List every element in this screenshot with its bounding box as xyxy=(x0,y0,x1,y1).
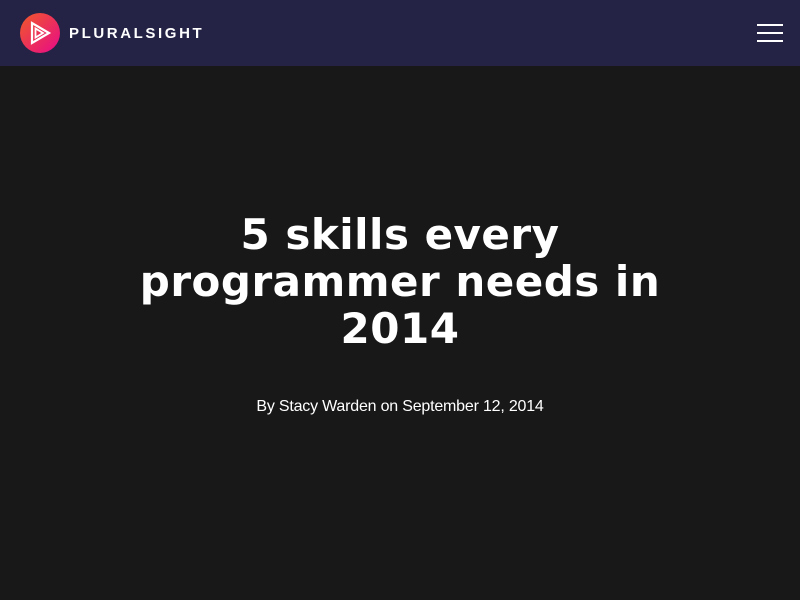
pluralsight-play-logo-icon xyxy=(20,13,60,53)
article-title: 5 skills every programmer needs in 2014 xyxy=(139,210,661,353)
brand-name: PLURALSIGHT xyxy=(69,24,205,42)
site-header: PLURALSIGHT xyxy=(0,0,800,66)
brand-logo-link[interactable]: PLURALSIGHT xyxy=(20,13,204,53)
hamburger-menu-icon xyxy=(757,24,783,26)
hamburger-menu-icon-bar xyxy=(757,40,783,42)
hamburger-menu-icon-bar xyxy=(757,32,783,34)
menu-button[interactable] xyxy=(757,22,783,44)
article-byline: By Stacy Warden on September 12, 2014 xyxy=(256,398,544,415)
article-hero: 5 skills every programmer needs in 2014 … xyxy=(0,66,800,600)
